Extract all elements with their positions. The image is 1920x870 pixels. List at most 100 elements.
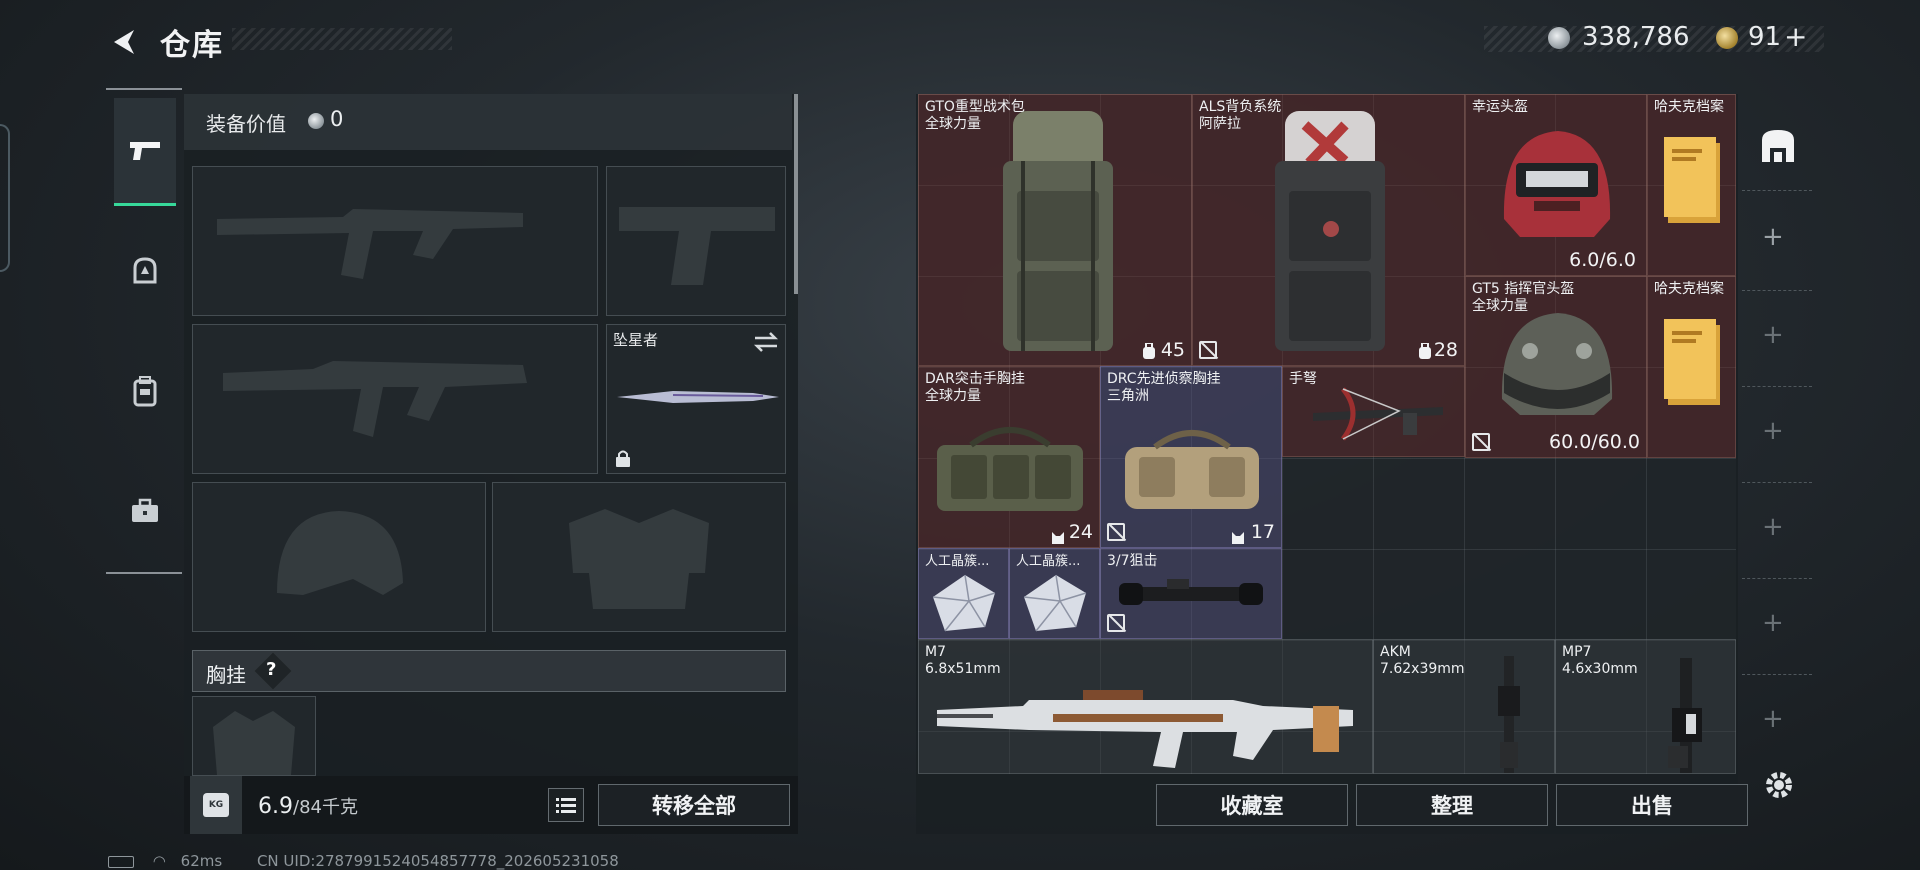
add-storage-tab-button[interactable]: + (1762, 320, 1784, 350)
rig-capacity-icon (1052, 532, 1064, 544)
item-name: 人工晶簇... (925, 554, 990, 569)
document-icon (1664, 319, 1720, 405)
backpack-icon (1003, 111, 1113, 351)
item-name: DRC先进侦察胸挂 三角洲 (1107, 371, 1221, 404)
inventory-item-lucky-helmet[interactable]: 幸运头盔 6.0/6.0 (1465, 94, 1647, 276)
tab-divider (1742, 482, 1812, 483)
backpack-icon (133, 376, 157, 407)
gold-coin-icon (1716, 27, 1738, 49)
gold-currency-amount: 91 (1748, 22, 1782, 52)
add-storage-tab-button[interactable]: + (1762, 222, 1784, 252)
helmet-icon (133, 257, 157, 284)
player-uid: CN UID:2787991524054857778_202605231058 (256, 852, 619, 870)
item-name: AKM 7.62x39mm (1380, 644, 1465, 677)
add-storage-tab-button[interactable]: + (1762, 704, 1784, 734)
back-arrow-icon[interactable] (106, 24, 142, 60)
vest-silhouette-icon (213, 711, 295, 775)
sort-button[interactable]: 整理 (1356, 784, 1548, 826)
crossbow-icon (1313, 387, 1443, 441)
silver-coin-icon (1548, 27, 1570, 49)
inventory-item-crystal-1[interactable]: 人工晶簇... (918, 548, 1009, 639)
storage-icon[interactable] (1758, 126, 1798, 166)
side-drawer-tab[interactable] (0, 124, 10, 272)
tab-helmet[interactable] (114, 240, 176, 302)
melee-slot[interactable]: 坠星者 (606, 324, 786, 474)
chest-rig-icon (937, 427, 1083, 511)
rig-capacity-icon (1232, 532, 1244, 544)
backpack-capacity-icon (1143, 343, 1155, 359)
page-title: 仓库 (160, 28, 224, 63)
item-name: 人工晶簇... (1016, 554, 1081, 569)
inventory-item-scope[interactable]: 3/7狙击 (1100, 548, 1282, 639)
helmet-icon (1501, 313, 1613, 415)
chest-rig-slot[interactable] (192, 696, 316, 776)
no-insure-icon (1472, 433, 1490, 451)
pistol-slot[interactable] (606, 166, 786, 316)
ping-value: 62ms (180, 852, 223, 870)
toolbox-icon (132, 498, 158, 522)
inventory-item-gto-backpack[interactable]: GTO重型战术包 全球力量 45 (918, 94, 1192, 366)
inventory-item-haavk-file-2[interactable]: 哈夫克档案 (1647, 276, 1736, 458)
chest-rig-help-button[interactable]: ? (266, 659, 276, 680)
pistol-silhouette-icon (619, 207, 775, 285)
inventory-item-m7-rifle[interactable]: M7 6.8x51mm (918, 639, 1373, 774)
inventory-item-als-backpack[interactable]: ALS背负系统 阿萨拉 28 (1192, 94, 1465, 366)
item-capacity: 45 (1160, 339, 1185, 361)
no-insure-icon (1107, 614, 1125, 632)
title-decoration (232, 28, 452, 50)
akm-icon (1498, 656, 1520, 773)
backpack-capacity-icon (1419, 343, 1431, 359)
inventory-item-crossbow[interactable]: 手弩 (1282, 366, 1465, 457)
inventory-item-drc-chest-rig[interactable]: DRC先进侦察胸挂 三角洲 17 (1100, 366, 1282, 548)
add-storage-tab-button[interactable]: + (1762, 512, 1784, 542)
item-durability: 6.0/6.0 (1569, 249, 1636, 271)
helmet-silhouette-icon (277, 511, 403, 595)
swap-icon[interactable] (753, 331, 779, 353)
primary-weapon-slot-1[interactable] (192, 166, 598, 316)
item-name: 哈夫克档案 (1654, 281, 1724, 297)
crystal-icon (1023, 574, 1087, 632)
rifle-icon (937, 690, 1353, 768)
chest-rig-icon (1125, 430, 1259, 509)
armor-silhouette-icon (569, 509, 709, 609)
transfer-all-button[interactable]: 转移全部 (598, 784, 790, 826)
primary-weapon-slot-2[interactable] (192, 324, 598, 474)
armor-slot[interactable] (492, 482, 786, 632)
tab-divider (1742, 290, 1812, 291)
carry-weight-current: 6.9 (258, 794, 293, 819)
inventory-grid: GTO重型战术包 全球力量 45 ALS背负系统 阿萨拉 28 幸运头盔 6.0… (918, 94, 1736, 774)
battery-icon (108, 855, 134, 868)
equipment-value-label: 装备价值 (206, 112, 286, 136)
rifle-silhouette-icon (217, 209, 523, 279)
gear-icon[interactable] (1762, 768, 1796, 802)
melee-name: 坠星者 (613, 331, 659, 349)
tab-toolbox[interactable] (114, 480, 176, 542)
tab-backpack[interactable] (114, 360, 176, 422)
equipment-scrollbar[interactable] (794, 94, 798, 294)
tab-divider (1742, 386, 1812, 387)
inventory-item-crystal-2[interactable]: 人工晶簇... (1009, 548, 1100, 639)
tab-weapons[interactable] (114, 98, 176, 206)
carry-weight-max: /84千克 (293, 797, 358, 818)
tab-divider (1742, 578, 1812, 579)
gold-currency-add-button[interactable]: + (1784, 20, 1807, 53)
no-insure-icon (1107, 523, 1125, 541)
pistol-icon (130, 141, 160, 160)
backpack-icon (1275, 111, 1385, 351)
collection-room-button[interactable]: 收藏室 (1156, 784, 1348, 826)
chest-rig-label: 胸挂 (206, 663, 246, 687)
inventory-item-dar-chest-rig[interactable]: DAR突击手胸挂 全球力量 24 (918, 366, 1100, 548)
inventory-item-haavk-file-1[interactable]: 哈夫克档案 (1647, 94, 1736, 276)
inventory-item-gt5-helmet[interactable]: GT5 指挥官头盔 全球力量 60.0/60.0 (1465, 276, 1647, 458)
list-view-button[interactable] (548, 788, 584, 822)
sell-button[interactable]: 出售 (1556, 784, 1748, 826)
silver-currency-amount: 338,786 (1582, 22, 1690, 52)
add-storage-tab-button[interactable]: + (1762, 416, 1784, 446)
status-bar: ◠ 62ms CN UID:2787991524054857778_202605… (108, 852, 619, 870)
inventory-item-akm[interactable]: AKM 7.62x39mm (1373, 639, 1555, 774)
crystal-icon (932, 574, 996, 632)
inventory-item-mp7[interactable]: MP7 4.6x30mm (1555, 639, 1736, 774)
helmet-slot[interactable] (192, 482, 486, 632)
add-storage-tab-button[interactable]: + (1762, 608, 1784, 638)
item-capacity: 24 (1068, 521, 1093, 543)
